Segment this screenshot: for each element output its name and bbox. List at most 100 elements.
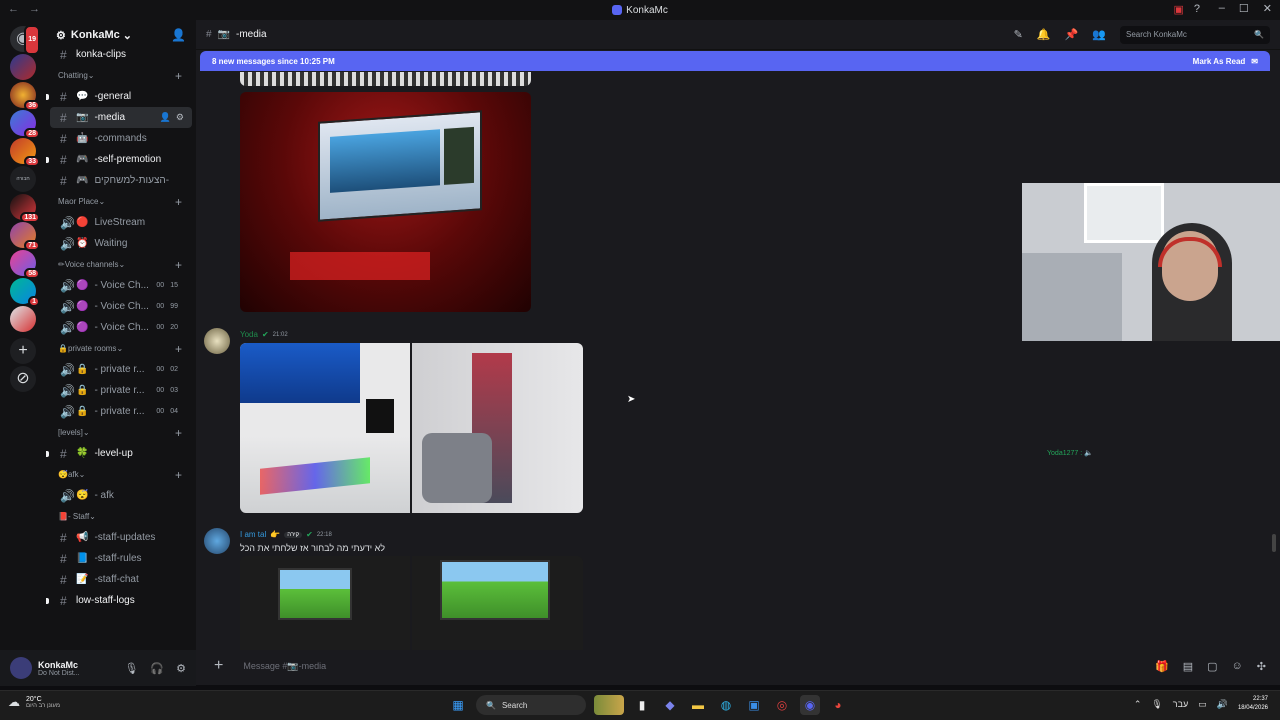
teams-icon[interactable]: ◆ (660, 695, 680, 715)
server-icon[interactable]: 33 (10, 138, 40, 167)
channel-staff-chat[interactable]: # 📝 -staff-chat (50, 569, 192, 590)
forward-icon[interactable]: → (29, 3, 40, 15)
settings-icon[interactable]: ⚙ (176, 112, 184, 123)
weather-widget[interactable]: ☁ 20°C מעונן רב היום (8, 695, 60, 709)
add-channel-icon[interactable]: + (175, 426, 182, 440)
channel-staff-rules[interactable]: # 📘 -staff-rules (50, 548, 192, 569)
channel-level-up[interactable]: # 🍀 -level-up (46, 443, 192, 464)
channel-general[interactable]: # 💬 -general (46, 86, 192, 107)
voice-afk[interactable]: 🔊 😴 - afk (50, 485, 192, 506)
file-icon[interactable]: ▮ (632, 695, 652, 715)
server-icon[interactable]: חבורה (10, 166, 36, 192)
attach-icon[interactable]: + (214, 657, 223, 675)
discover-icon[interactable]: ⊘ (10, 366, 36, 392)
minimize-button[interactable]: – (1219, 2, 1225, 15)
inbox-icon[interactable]: ▣ (1173, 3, 1183, 16)
channel-staff-updates[interactable]: # 📢 -staff-updates (50, 527, 192, 548)
back-icon[interactable]: ← (8, 3, 19, 15)
media-attachment[interactable] (412, 343, 583, 513)
server-icon[interactable]: 58 (10, 250, 40, 279)
add-channel-icon[interactable]: + (175, 258, 182, 272)
message-input[interactable]: Message #📷-media (243, 661, 326, 672)
add-channel-icon[interactable]: + (175, 342, 182, 356)
category-chatting[interactable]: Chatting ⌄ + (50, 65, 192, 86)
settings-icon[interactable]: ⚙ (176, 662, 186, 675)
voice-waiting[interactable]: 🔊 ⏰ Waiting (50, 233, 192, 254)
apps-icon[interactable]: ✣ (1257, 660, 1266, 673)
sticker-icon[interactable]: ▢ (1207, 660, 1217, 673)
author-name[interactable]: I am tal (240, 530, 266, 539)
new-messages-banner[interactable]: 8 new messages since 10:25 PM Mark As Re… (200, 51, 1270, 71)
channel-commands[interactable]: # 🤖 -commands (50, 128, 192, 149)
server-icon[interactable] (10, 306, 36, 332)
avatar[interactable] (204, 328, 230, 354)
category-maor-place[interactable]: Maor Place ⌄ + (50, 191, 192, 212)
edge-icon[interactable]: ◍ (716, 695, 736, 715)
headphones-icon[interactable]: 🎧 (150, 662, 164, 675)
store-icon[interactable]: ▣ (744, 695, 764, 715)
add-server-icon[interactable]: + (10, 338, 36, 364)
add-member-icon[interactable]: 👤 (171, 28, 186, 42)
close-button[interactable]: ✕ (1263, 2, 1272, 15)
server-icon[interactable]: 131 (10, 194, 40, 223)
private-room-2[interactable]: 🔊 🔒 - private r... 00 03 (50, 380, 192, 401)
server-icon[interactable]: 36 (10, 82, 40, 111)
media-attachment[interactable] (240, 92, 531, 312)
gift-icon[interactable]: 🎁 (1155, 660, 1169, 673)
category-private-rooms[interactable]: 🔒 private rooms ⌄ + (50, 338, 192, 359)
add-channel-icon[interactable]: + (175, 195, 182, 209)
members-icon[interactable]: 👥 (1092, 28, 1106, 41)
search-input[interactable]: Search KonkaMc 🔍 (1120, 25, 1270, 44)
bell-icon[interactable]: 🔔 (1037, 28, 1051, 41)
mark-as-read-button[interactable]: Mark As Read ✉ (1193, 57, 1258, 66)
discord-icon[interactable]: ◉ (800, 695, 820, 715)
media-attachment[interactable] (240, 556, 410, 650)
channel-self-promotion[interactable]: # 🎮 -self-premotion (46, 149, 192, 170)
channel-konka-clips[interactable]: # konka-clips (50, 44, 192, 65)
server-icon[interactable]: 1 (10, 278, 40, 307)
wifi-icon[interactable]: ▭ (1198, 699, 1207, 710)
windows-start-icon[interactable]: ▦ (448, 695, 468, 715)
category-voice[interactable]: ✏ Voice channels ⌄ + (50, 254, 192, 275)
private-room-3[interactable]: 🔊 🔒 - private r... 00 04 (50, 401, 192, 422)
gif-icon[interactable]: ▤ (1183, 660, 1193, 673)
chrome-icon[interactable]: ◕ (828, 695, 848, 715)
language-indicator[interactable]: עבר (1173, 699, 1188, 709)
threads-icon[interactable]: ✎ (1014, 28, 1023, 41)
author-name[interactable]: Yoda (240, 330, 258, 339)
folder-icon[interactable]: ▬ (688, 695, 708, 715)
channel-game-suggestions[interactable]: # 🎮 הצעות-למשחקים- (50, 170, 192, 191)
app-icon[interactable]: ◎ (772, 695, 792, 715)
add-channel-icon[interactable]: + (175, 468, 182, 482)
voice-channel-2[interactable]: 🔊 🟣 - Voice Ch... 00 99 (50, 296, 192, 317)
server-icon[interactable]: 28 (10, 110, 40, 139)
server-icon[interactable] (10, 54, 36, 80)
message-composer[interactable]: + Message #📷-media 🎁 ▤ ▢ ☺ ✣ (206, 651, 1274, 681)
private-room-1[interactable]: 🔊 🔒 - private r... 00 02 (50, 359, 192, 380)
microphone-icon[interactable]: 🎙 (124, 662, 138, 675)
media-attachment[interactable] (240, 343, 410, 513)
help-icon[interactable]: ? (1194, 3, 1200, 16)
avatar[interactable] (10, 657, 32, 679)
pin-icon[interactable]: 📌 (1065, 28, 1079, 41)
home-icon[interactable]: ◉ 19 (10, 25, 40, 55)
emoji-icon[interactable]: ☺ (1232, 660, 1243, 673)
maximize-button[interactable]: ☐ (1239, 2, 1249, 15)
voice-channel-3[interactable]: 🔊 🟣 - Voice Ch... 00 20 (50, 317, 192, 338)
media-attachment[interactable] (240, 72, 531, 86)
clock[interactable]: 22:37 18/04/2026 (1238, 695, 1268, 713)
taskbar-search[interactable]: 🔍 Search (476, 695, 586, 715)
channel-low-staff-logs[interactable]: # low-staff-logs (46, 590, 192, 611)
category-levels[interactable]: [levels] ⌄ + (50, 422, 192, 443)
media-attachment[interactable] (412, 556, 583, 650)
chevron-up-icon[interactable]: ⌃ (1134, 699, 1142, 710)
category-afk[interactable]: 😴 afk ⌄ + (50, 464, 192, 485)
voice-channel-1[interactable]: 🔊 🟣 - Voice Ch... 00 15 (50, 275, 192, 296)
voice-livestream[interactable]: 🔊 🔴 LiveStream (50, 212, 192, 233)
channel-media[interactable]: # 📷 -media 👤 ⚙ (50, 107, 192, 128)
volume-icon[interactable]: 🔊 (1217, 699, 1228, 710)
add-channel-icon[interactable]: + (175, 69, 182, 83)
category-staff[interactable]: 📕 - Staff ⌄ (50, 506, 192, 527)
scrollbar[interactable] (1272, 534, 1276, 552)
invite-icon[interactable]: 👤 (160, 112, 171, 123)
